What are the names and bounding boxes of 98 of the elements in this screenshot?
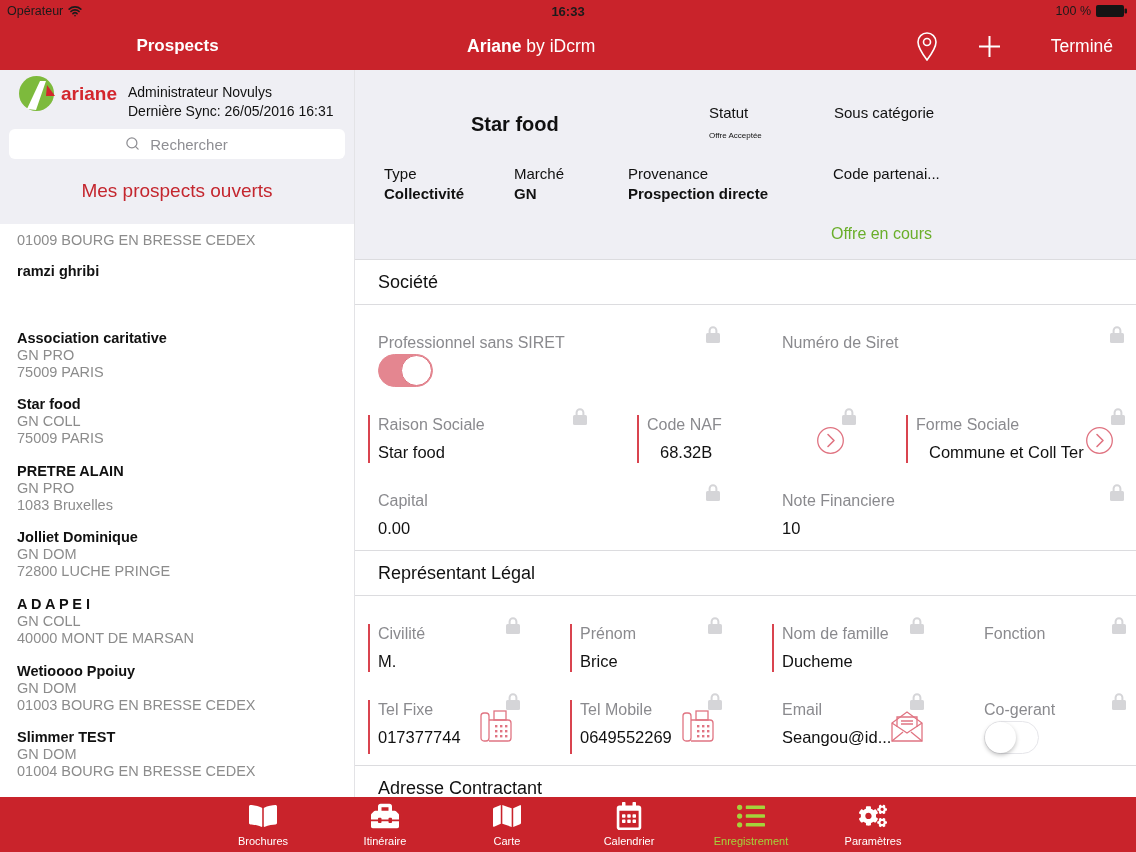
tab[interactable]: Paramètres: [812, 797, 934, 852]
field-value: Prospection directe: [628, 184, 769, 204]
book-icon: [249, 802, 277, 830]
search-field[interactable]: Rechercher: [9, 129, 345, 159]
desk-phone-icon[interactable]: [480, 710, 512, 742]
calendar-icon: [615, 802, 643, 830]
battery-text: 100 %: [1055, 3, 1091, 19]
desk-phone-icon[interactable]: [682, 710, 714, 742]
prospect-name[interactable]: A D A P E I: [17, 595, 91, 613]
prospect-detail: GN DOM: [17, 746, 77, 764]
prospect-name[interactable]: Slimmer TEST: [17, 729, 116, 747]
prospect-detail: 1083 Bruxelles: [17, 496, 113, 514]
field-label: Civilité: [378, 624, 426, 644]
field-label: Provenance: [628, 164, 709, 184]
tab[interactable]: Carte: [446, 797, 568, 852]
field-label: Co-gerant: [984, 700, 1056, 720]
field-label: Code partenai...: [833, 164, 940, 184]
field-value: 68.32B: [660, 442, 713, 463]
prospect-detail: GN PRO: [17, 346, 75, 364]
gears-icon: [859, 802, 887, 830]
field-label: Raison Sociale: [378, 415, 485, 435]
prospect-detail: GN COLL: [17, 413, 81, 431]
field-label: Code NAF: [647, 415, 722, 435]
field-value: Collectivité: [384, 184, 465, 204]
field-value: 0.00: [378, 518, 411, 539]
carrier-text: Opérateur: [7, 3, 64, 19]
field-value: Commune et Coll Ter: [929, 442, 1084, 463]
wifi-icon: [68, 4, 83, 18]
prospect-detail: GN COLL: [17, 612, 81, 630]
prospect-name[interactable]: ramzi ghribi: [17, 263, 100, 280]
field-value: 0649552269: [580, 727, 672, 748]
prospect-name[interactable]: Wetioooo Ppoiuy: [17, 662, 136, 680]
prospect-name[interactable]: PRETRE ALAIN: [17, 462, 124, 480]
logo-text: ariane: [61, 81, 117, 106]
prospect-detail: 01003 BOURG EN BRESSE CEDEX: [17, 696, 256, 714]
envelope-icon[interactable]: [891, 710, 924, 742]
user-name: Administrateur Novulys: [128, 83, 272, 102]
prospect-name[interactable]: Star food: [17, 396, 81, 414]
field-value: 017377744: [378, 727, 461, 748]
field-label: Capital: [378, 491, 428, 511]
clock-text: 16:33: [551, 3, 585, 19]
app-title: Ariane by iDcrm: [467, 35, 596, 57]
section-title: Représentant Légal: [378, 562, 536, 584]
prospect-detail: 72800 LUCHE PRINGE: [17, 563, 171, 581]
field-label: Tel Fixe: [378, 700, 434, 720]
status-value: Offre Acceptée: [709, 130, 762, 142]
section-title: Société: [378, 271, 439, 293]
section-title: Adresse Contractant: [378, 777, 543, 797]
field-value: Ducheme: [782, 651, 853, 672]
prospect-title: Star food: [471, 113, 559, 135]
field-label: Note Financiere: [782, 491, 895, 511]
prospect-detail: GN DOM: [17, 679, 77, 697]
field-value: M.: [378, 651, 397, 672]
prospect-detail: 75009 PARIS: [17, 363, 104, 381]
chevron-circle-icon[interactable]: [1086, 427, 1113, 454]
field-value: Star food: [378, 442, 445, 463]
offer-status-text: Offre en cours: [831, 224, 933, 244]
prospect-detail: 75009 PARIS: [17, 430, 104, 448]
toolbox-icon: [371, 802, 399, 830]
logo-icon: [19, 76, 55, 111]
list-icon: [737, 802, 765, 830]
toggle-switch[interactable]: [378, 354, 433, 387]
sidebar-title: Prospects: [136, 35, 219, 57]
field-label: Sous catégorie: [834, 103, 935, 123]
list-title: Mes prospects ouverts: [81, 179, 273, 203]
sync-text: Dernière Sync: 26/05/2016 16:31: [128, 102, 334, 121]
plus-icon[interactable]: [978, 35, 1000, 57]
prospect-name[interactable]: Association caritative: [17, 329, 167, 347]
field-label: Statut: [709, 103, 749, 123]
field-label: Prénom: [580, 624, 637, 644]
chevron-circle-icon[interactable]: [817, 427, 844, 454]
tab[interactable]: Itinéraire: [324, 797, 446, 852]
prospect-detail: 01009 BOURG EN BRESSE CEDEX: [17, 232, 256, 249]
tab[interactable]: Calendrier: [568, 797, 690, 852]
field-label: Professionnel sans SIRET: [378, 333, 565, 353]
field-label: Type: [384, 164, 417, 184]
prospect-detail: GN DOM: [17, 546, 77, 564]
field-value: Seangou@id...: [782, 727, 892, 748]
prospect-name[interactable]: Jolliet Dominique: [17, 529, 138, 547]
search-icon: [125, 136, 140, 151]
prospect-detail: 01004 BOURG EN BRESSE CEDEX: [17, 763, 256, 781]
field-label: Nom de famille: [782, 624, 889, 644]
field-label: Numéro de Siret: [782, 333, 899, 353]
field-value: GN: [514, 184, 537, 204]
prospect-detail: GN PRO: [17, 479, 75, 497]
field-value: Brice: [580, 651, 618, 672]
field-label: Fonction: [984, 624, 1046, 644]
battery-icon: [1096, 5, 1127, 17]
prospect-detail: 40000 MONT DE MARSAN: [17, 629, 194, 647]
map-icon: [493, 802, 521, 830]
done-action[interactable]: Terminé: [1050, 35, 1113, 57]
field-label: Forme Sociale: [916, 415, 1020, 435]
field-label: Tel Mobile: [580, 700, 653, 720]
field-label: Marché: [514, 164, 565, 184]
field-value: 10: [782, 518, 801, 539]
field-label: Email: [782, 700, 822, 720]
tab[interactable]: Brochures: [202, 797, 324, 852]
map-pin-icon[interactable]: [916, 31, 937, 61]
